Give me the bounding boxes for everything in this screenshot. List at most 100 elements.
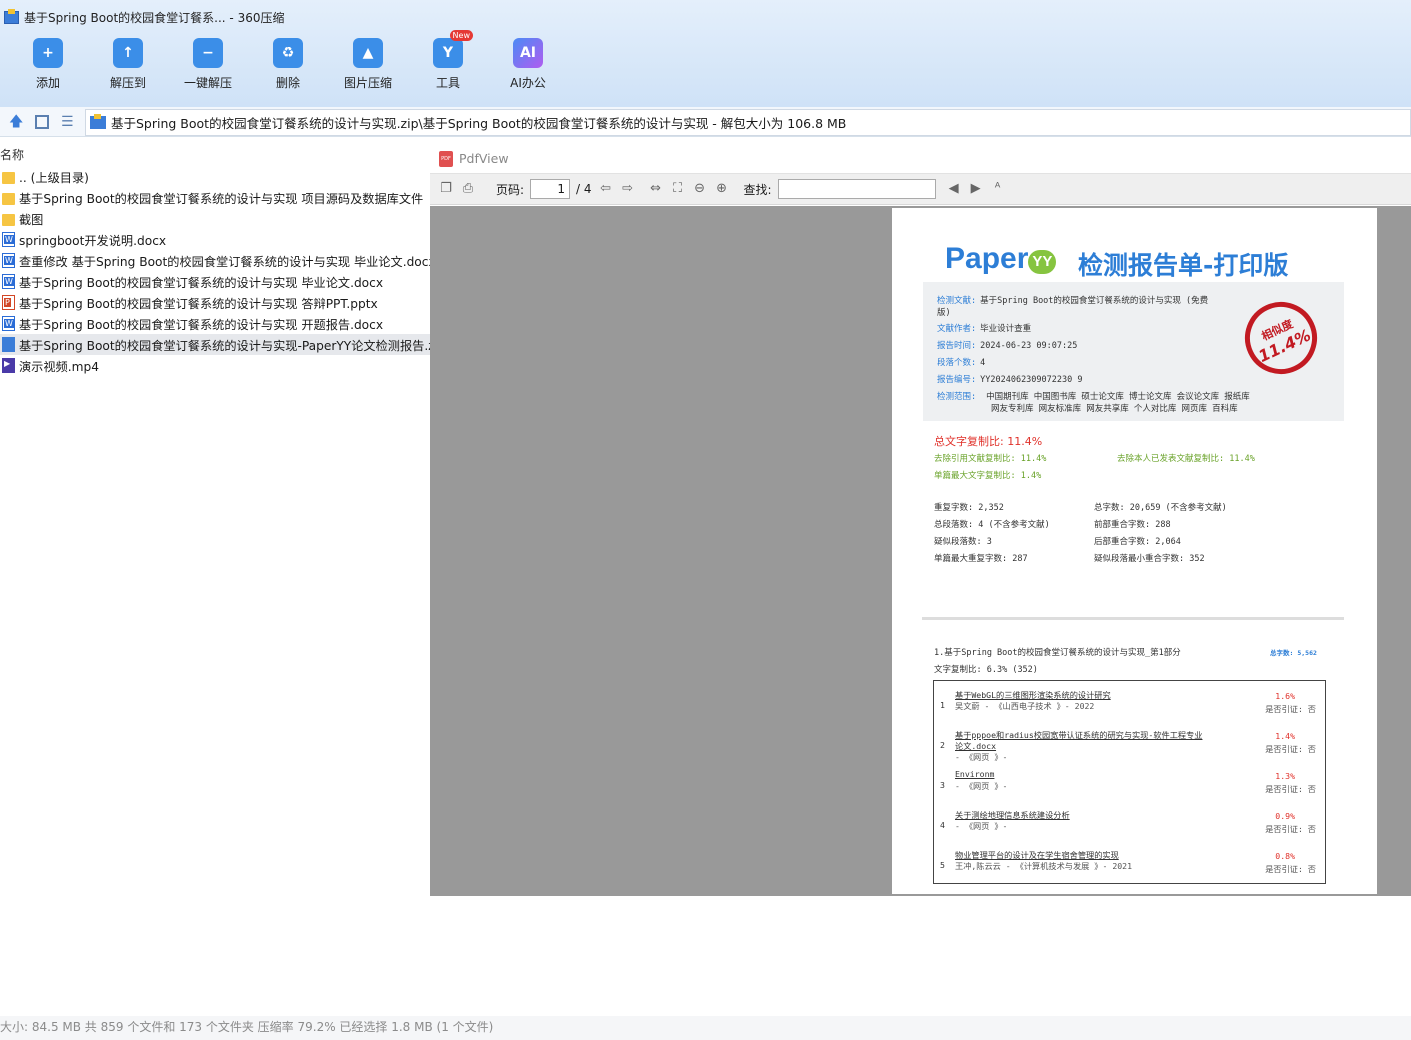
similarity-stamp: 相似度 11.4% xyxy=(1233,290,1329,386)
report-stat: 前部重合字数: 288 xyxy=(1094,520,1171,530)
next-page-icon[interactable]: ⇨ xyxy=(620,181,636,197)
report-field: 检测文献: 基于Spring Boot的校园食堂订餐系统的设计与实现 (免费 xyxy=(937,296,1209,306)
reference-row: 1 基于WebGL的三维图形渲染系统的设计研究 吴文蔚 - 《山西电子技术 》- 2… xyxy=(934,685,1325,725)
word-doc-icon xyxy=(2,316,15,331)
reference-row: 3 Environm - 《网页 》- 1.3% 是否引证: 否 xyxy=(934,765,1325,805)
copy-icon[interactable]: ❐ xyxy=(438,181,454,197)
report-stat: 疑似段落数: 3 xyxy=(934,537,992,547)
view-icon[interactable] xyxy=(35,115,49,129)
file-list-item[interactable]: 截图 xyxy=(0,208,430,229)
print-icon[interactable]: ⎙ xyxy=(460,181,476,197)
path-field[interactable]: 基于Spring Boot的校园食堂订餐系统的设计与实现.zip\基于Sprin… xyxy=(85,109,1411,136)
file-list-item[interactable]: 基于Spring Boot的校园食堂订餐系统的设计与实现-PaperYY论文检测… xyxy=(0,334,430,355)
reference-title-link[interactable]: Environm xyxy=(955,769,994,779)
file-list-item[interactable]: 查重修改 基于Spring Boot的校园食堂订餐系统的设计与实现 毕业论文.d… xyxy=(0,250,430,271)
report-stat: 单篇最大重复字数: 287 xyxy=(934,554,1028,564)
extract-to-icon: ↑ xyxy=(113,38,143,68)
up-arrow-icon[interactable]: 🡅 xyxy=(9,115,23,129)
tools-label: 工具 xyxy=(435,76,460,90)
file-list-item[interactable]: 基于Spring Boot的校园食堂订餐系统的设计与实现 开题报告.docx xyxy=(0,313,430,334)
window-title-bar: 基于Spring Boot的校园食堂订餐系... - 360压缩 xyxy=(4,7,284,27)
reference-citation: 是否引证: 否 xyxy=(1265,824,1316,834)
zip-archive-icon xyxy=(2,337,15,352)
add-button[interactable]: + 添加 xyxy=(13,38,83,91)
reference-citation: 是否引证: 否 xyxy=(1265,744,1316,754)
reference-row: 4 关于测绘地理信息系统建设分析 - 《网页 》- 0.9% 是否引证: 否 xyxy=(934,805,1325,845)
reference-ratio: 1.3% xyxy=(1275,771,1295,781)
tools-button[interactable]: Y New 工具 xyxy=(413,30,483,91)
page-label: 页码: xyxy=(496,182,525,197)
ai-office-button[interactable]: AI AI办公 xyxy=(493,38,563,91)
list-view-icon[interactable]: ☰ xyxy=(61,115,75,129)
report-stat: 总字数: 20,659 (不含参考文献) xyxy=(1094,503,1227,513)
column-header-name[interactable]: 名称 xyxy=(0,144,430,166)
new-badge: New xyxy=(449,30,473,41)
report-heading: 检测报告单-打印版 xyxy=(1078,251,1289,280)
paperyy-logo: Paper YY xyxy=(945,242,1057,276)
reference-row: 5 物业管理平台的设计及在学生宿舍管理的实现 王冲,陈云云 - 《计算机技术与发展 … xyxy=(934,845,1325,885)
file-name: 基于Spring Boot的校园食堂订餐系统的设计与实现 开题报告.docx xyxy=(19,317,384,332)
file-list-item[interactable]: 基于Spring Boot的校园食堂订餐系统的设计与实现 毕业论文.docx xyxy=(0,271,430,292)
reference-number: 5 xyxy=(940,860,945,870)
file-name: 基于Spring Boot的校园食堂订餐系统的设计与实现 答辩PPT.pptx xyxy=(19,296,378,311)
reference-source: 吴文蔚 - 《山西电子技术 》- 2022 xyxy=(955,701,1095,711)
pdfview-header: PDF PdfView xyxy=(430,144,1411,174)
file-name: 基于Spring Boot的校园食堂订餐系统的设计与实现-PaperYY论文检测… xyxy=(19,338,430,353)
app-header: 基于Spring Boot的校园食堂订餐系... - 360压缩 + 添加 ↑ … xyxy=(0,0,1411,107)
file-list-item[interactable]: 基于Spring Boot的校园食堂订餐系统的设计与实现 项目源码及数据库文件 xyxy=(0,187,430,208)
window-title: 基于Spring Boot的校园食堂订餐系... - 360压缩 xyxy=(24,10,285,25)
archive-icon xyxy=(90,114,106,129)
file-list-item[interactable]: .. (上级目录) xyxy=(0,166,430,187)
file-name: 基于Spring Boot的校园食堂订餐系统的设计与实现 毕业论文.docx xyxy=(19,275,384,290)
extract-to-label: 解压到 xyxy=(109,76,146,90)
zoom-out-icon[interactable]: ⊖ xyxy=(692,181,708,197)
report-field: 网友专利库 网友标准库 网友共享库 个人对比库 网页库 百科库 xyxy=(991,404,1238,414)
fit-width-icon[interactable]: ⇔ xyxy=(648,181,664,197)
total-ratio: 总文字复制比: 11.4% xyxy=(934,435,1043,448)
image-compress-label: 图片压缩 xyxy=(343,76,392,90)
find-options-icon[interactable]: ᴬ xyxy=(990,181,1006,197)
find-prev-icon[interactable]: ◀ xyxy=(946,181,962,197)
file-name: .. (上级目录) xyxy=(19,170,89,185)
image-compress-button[interactable]: ▲ 图片压缩 xyxy=(333,38,403,91)
zoom-in-icon[interactable]: ⊕ xyxy=(714,181,730,197)
find-next-icon[interactable]: ▶ xyxy=(968,181,984,197)
report-stat: 后部重合字数: 2,064 xyxy=(1094,537,1181,547)
separator xyxy=(922,617,1344,620)
file-list-item[interactable]: 演示视频.mp4 xyxy=(0,355,430,376)
reference-ratio: 1.6% xyxy=(1275,691,1295,701)
address-bar: 🡅 ☰ 基于Spring Boot的校园食堂订餐系统的设计与实现.zip\基于S… xyxy=(0,107,1411,137)
section-ratio: 文字复制比: 6.3% (352) xyxy=(934,665,1038,675)
prev-page-icon[interactable]: ⇦ xyxy=(598,181,614,197)
word-doc-icon xyxy=(2,274,15,289)
one-click-extract-button[interactable]: − 一键解压 xyxy=(173,38,243,91)
reference-source: 王冲,陈云云 - 《计算机技术与发展 》- 2021 xyxy=(955,861,1133,871)
folder-icon xyxy=(2,171,15,184)
file-list-item[interactable]: springboot开发说明.docx xyxy=(0,229,430,250)
find-label: 查找: xyxy=(743,182,772,197)
delete-button[interactable]: ♻ 删除 xyxy=(253,38,323,91)
report-field: 文献作者: 毕业设计查重 xyxy=(937,324,1032,334)
extract-to-button[interactable]: ↑ 解压到 xyxy=(93,38,163,91)
report-field: 报告编号: YY2024062309072230 9 xyxy=(937,375,1083,385)
word-doc-icon xyxy=(2,232,15,247)
reference-source: - 《网页 》- xyxy=(955,752,1008,762)
excl-self-ratio: 去除本人已发表文献复制比: 11.4% xyxy=(1117,454,1255,464)
file-list-item[interactable]: 基于Spring Boot的校园食堂订餐系统的设计与实现 答辩PPT.pptx xyxy=(0,292,430,313)
fit-page-icon[interactable]: ⛶ xyxy=(670,181,686,197)
file-name: 演示视频.mp4 xyxy=(19,359,99,374)
video-file-icon xyxy=(2,358,15,373)
single-max-ratio: 单篇最大文字复制比: 1.4% xyxy=(934,471,1042,481)
report-stat: 疑似段落最小重合字数: 352 xyxy=(1094,554,1205,564)
one-click-extract-label: 一键解压 xyxy=(183,76,232,90)
folder-icon xyxy=(2,192,15,205)
reference-citation: 是否引证: 否 xyxy=(1265,784,1316,794)
powerpoint-icon xyxy=(2,295,15,310)
delete-icon: ♻ xyxy=(273,38,303,68)
reference-ratio: 0.9% xyxy=(1275,811,1295,821)
pdf-canvas: Paper YY 检测报告单-打印版 检测文献: 基于Spring Boot的校园食… xyxy=(430,206,1411,896)
find-input[interactable] xyxy=(777,179,936,199)
page-input[interactable]: 1 xyxy=(530,179,571,199)
add-label: 添加 xyxy=(35,76,60,90)
reference-number: 3 xyxy=(940,780,945,790)
